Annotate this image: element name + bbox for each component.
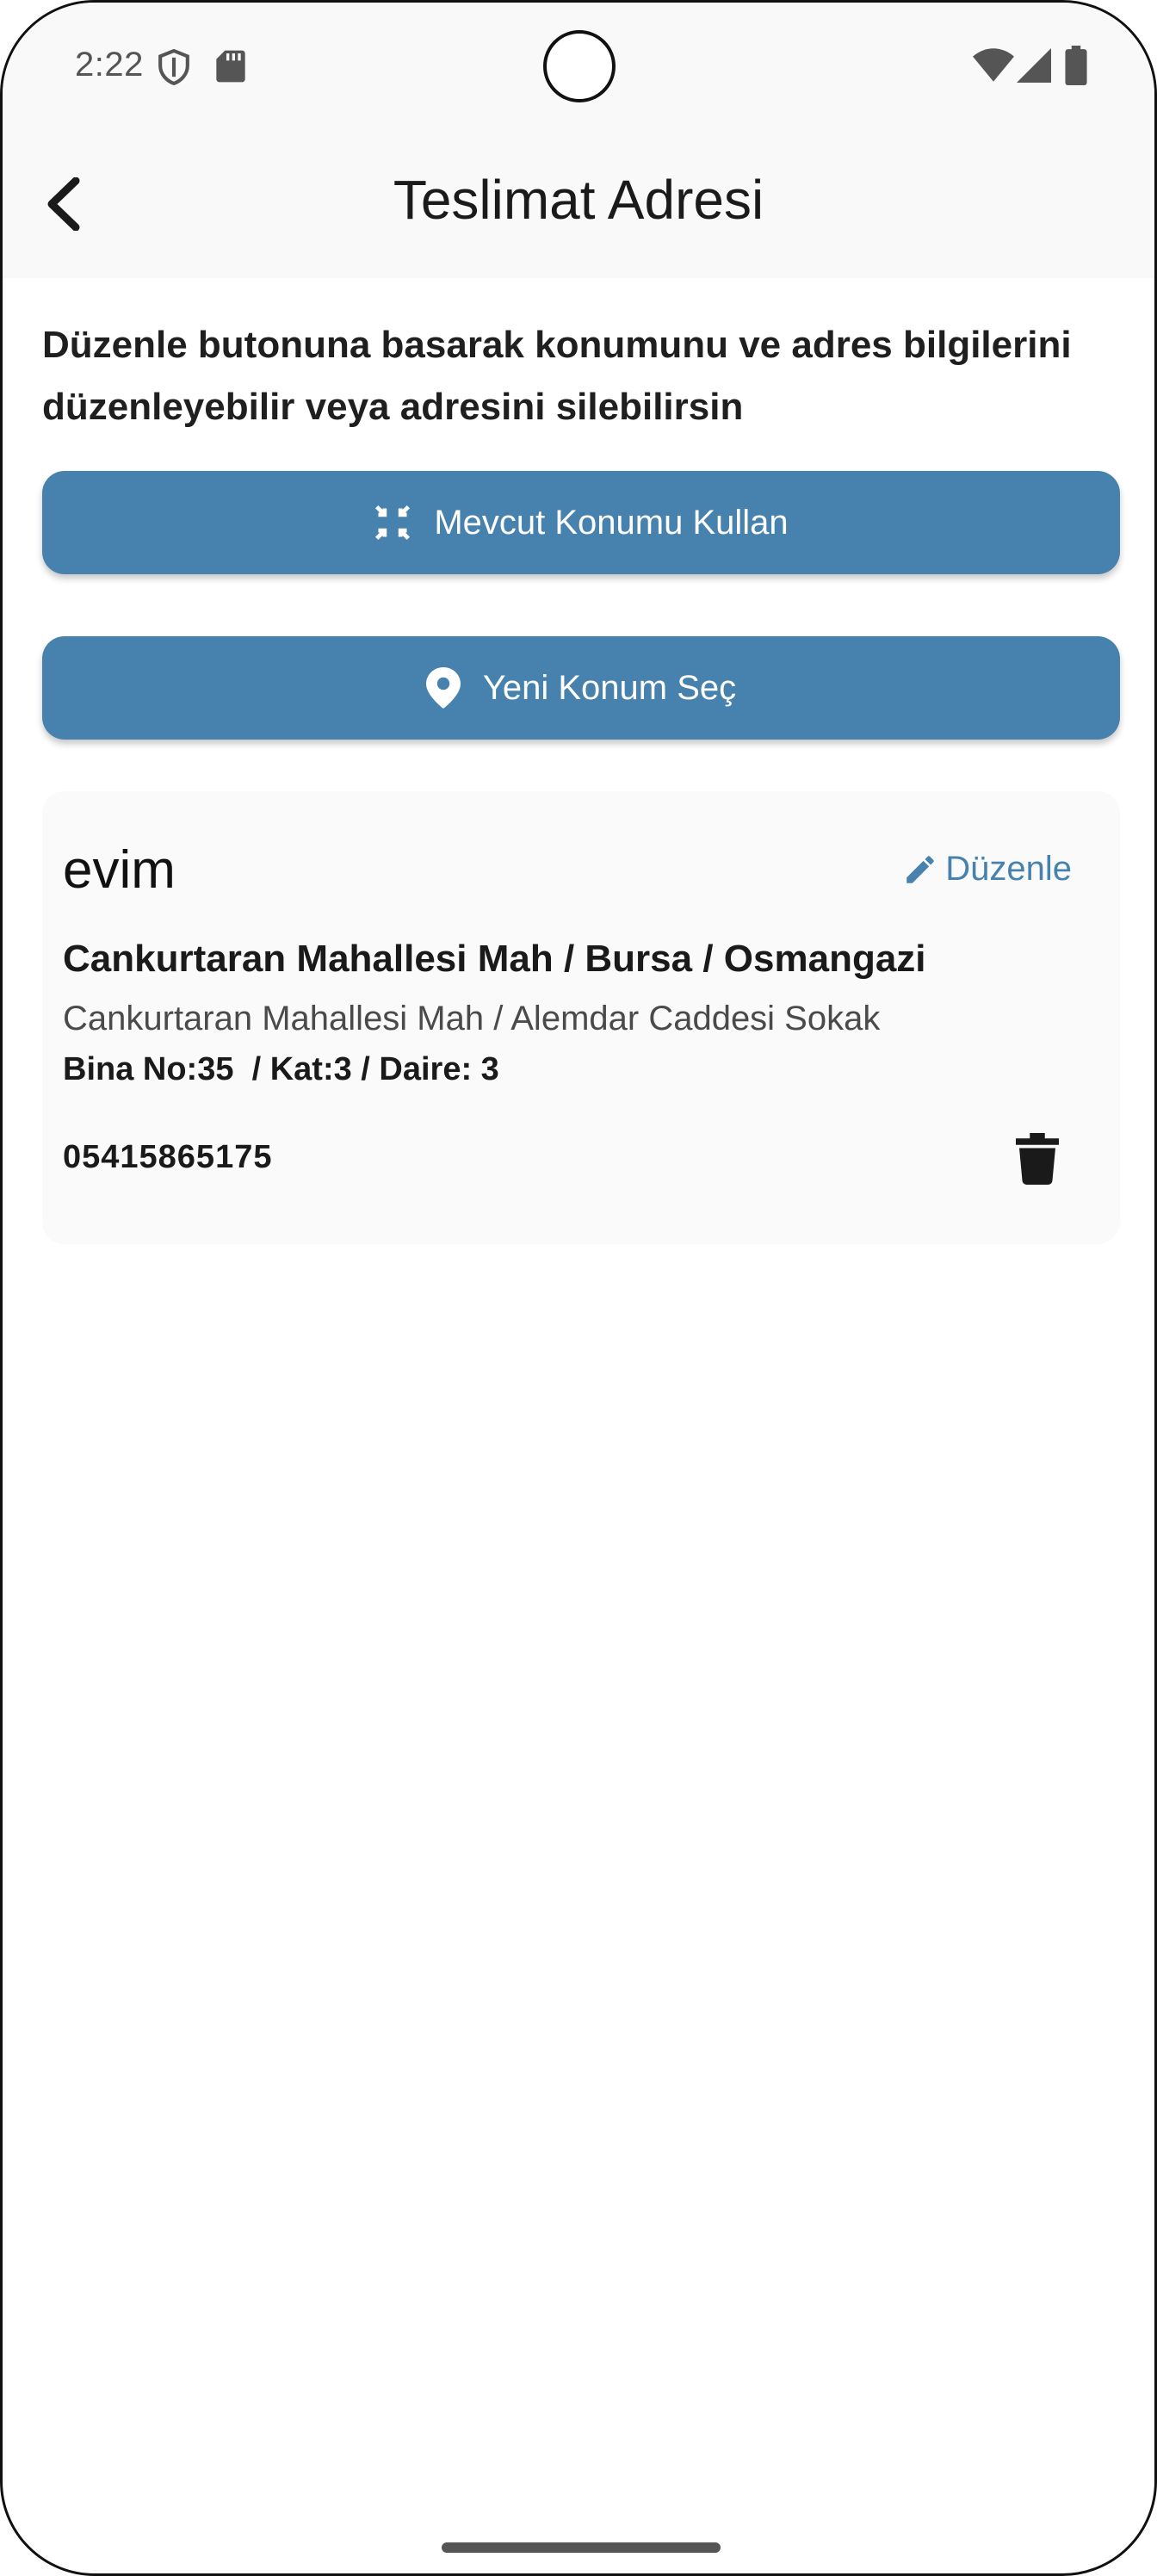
- sd-card-icon: [216, 50, 245, 83]
- address-name: evim: [63, 840, 176, 900]
- edit-label: Düzenle: [945, 850, 1072, 888]
- address-line-primary: Cankurtaran Mahallesi Mah / Bursa / Osma…: [63, 938, 926, 980]
- app-bar: Teslimat Adresi: [3, 132, 1154, 278]
- collapse-arrows-icon: [374, 504, 411, 542]
- select-new-location-button[interactable]: Yeni Konum Seç: [42, 636, 1120, 740]
- location-pin-icon: [425, 667, 461, 709]
- trash-icon: [1016, 1133, 1059, 1185]
- status-time: 2:22: [75, 46, 144, 84]
- delete-button[interactable]: [1010, 1129, 1065, 1189]
- wifi-icon: [973, 48, 1014, 82]
- select-new-location-label: Yeni Konum Seç: [482, 668, 737, 707]
- address-line-building: Bina No:35 / Kat:3 / Daire: 3: [63, 1051, 499, 1087]
- use-current-location-label: Mevcut Konumu Kullan: [434, 503, 789, 542]
- signal-icon: [1017, 48, 1051, 83]
- battery-icon: [1065, 46, 1087, 85]
- address-line-secondary: Cankurtaran Mahallesi Mah / Alemdar Cadd…: [63, 1000, 881, 1037]
- pencil-icon: [902, 851, 938, 888]
- shield-icon: [158, 49, 189, 85]
- info-text: Düzenle butonuna basarak konumunu ve adr…: [42, 324, 1072, 428]
- page-title: Teslimat Adresi: [393, 169, 764, 231]
- use-current-location-button[interactable]: Mevcut Konumu Kullan: [42, 471, 1120, 574]
- status-bar: 2:22: [3, 3, 1154, 132]
- front-camera: [543, 30, 616, 102]
- edit-button[interactable]: Düzenle: [902, 850, 1072, 889]
- address-phone: 05415865175: [63, 1139, 273, 1175]
- device-screen: 2:22 Teslimat Adresi Düzenle butonuna ba…: [0, 0, 1157, 2576]
- home-indicator[interactable]: [442, 2542, 721, 2553]
- address-card: evim Düzenle Cankurtaran Mahallesi Mah /…: [42, 791, 1120, 1244]
